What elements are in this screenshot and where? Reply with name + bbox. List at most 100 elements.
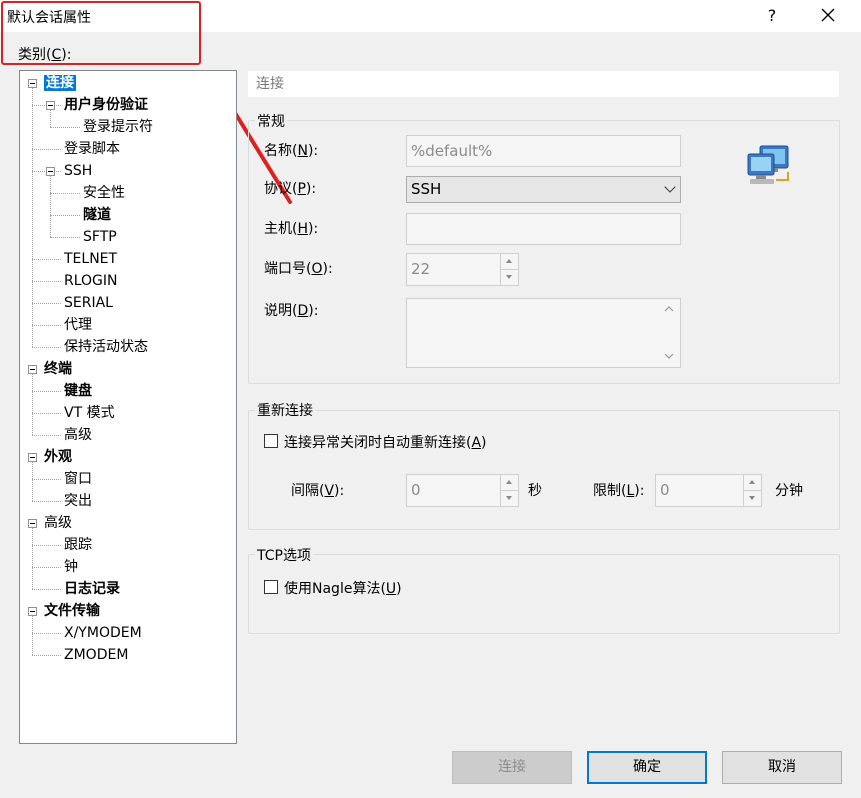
auto-reconnect-checkbox[interactable] bbox=[264, 434, 278, 448]
tree-item[interactable]: 窗口 bbox=[64, 469, 92, 489]
tree-item-label: 外观 bbox=[44, 449, 72, 465]
tree-connector bbox=[50, 193, 80, 194]
name-label: 名称(N): bbox=[264, 143, 319, 159]
tree-connector bbox=[32, 259, 61, 260]
interval-spinner[interactable] bbox=[500, 475, 518, 506]
tree-connector bbox=[50, 127, 80, 128]
ok-button[interactable]: 确定 bbox=[587, 751, 707, 784]
collapse-toggle-icon[interactable] bbox=[46, 167, 55, 176]
host-field[interactable] bbox=[406, 213, 681, 245]
tree-connector bbox=[50, 176, 51, 237]
tree-item[interactable]: 代理 bbox=[64, 315, 92, 335]
reconnect-group-title: 重新连接 bbox=[255, 400, 315, 420]
tree-connector bbox=[32, 347, 61, 348]
tree-item-label: SERIAL bbox=[64, 295, 113, 311]
tree-item[interactable]: 突出 bbox=[64, 491, 92, 511]
tree-item-label: 日志记录 bbox=[64, 581, 120, 597]
auto-reconnect-label[interactable]: 连接异常关闭时自动重新连接(A) bbox=[284, 432, 487, 452]
tree-connector bbox=[32, 149, 61, 150]
tree-connector bbox=[32, 479, 61, 480]
tree-item[interactable]: TELNET bbox=[64, 249, 117, 269]
tree-connector bbox=[32, 528, 33, 589]
tree-connector bbox=[50, 110, 51, 127]
tree-item[interactable]: 隧道 bbox=[83, 205, 111, 225]
help-button[interactable]: ? bbox=[760, 3, 784, 29]
tree-item[interactable]: X/YMODEM bbox=[64, 623, 142, 643]
network-computers-icon bbox=[747, 145, 789, 184]
tree-item[interactable]: 终端 bbox=[44, 359, 72, 379]
collapse-toggle-icon[interactable] bbox=[28, 453, 37, 462]
tree-item[interactable]: 钟 bbox=[64, 557, 78, 577]
tree-item-label: TELNET bbox=[64, 251, 118, 267]
interval-label: 间隔(V): bbox=[291, 483, 345, 499]
port-spinner[interactable] bbox=[500, 254, 518, 285]
title-bar: 默认会话属性 ? bbox=[0, 0, 861, 32]
tree-item[interactable]: SERIAL bbox=[64, 293, 113, 313]
tree-item[interactable]: 用户身份验证 bbox=[64, 95, 148, 115]
name-field[interactable]: %default% bbox=[406, 135, 681, 167]
tree-item-label: 高级 bbox=[44, 515, 72, 531]
tree-item[interactable]: SSH bbox=[64, 161, 92, 181]
tree-item[interactable]: 高级 bbox=[64, 425, 92, 445]
collapse-toggle-icon[interactable] bbox=[28, 79, 37, 88]
tree-item[interactable]: 保持活动状态 bbox=[64, 337, 148, 357]
tree-item-label: 钟 bbox=[64, 559, 78, 575]
close-icon[interactable] bbox=[812, 3, 844, 29]
tree-item[interactable]: 高级 bbox=[44, 513, 72, 533]
tree-connector bbox=[32, 655, 61, 656]
spin-up-icon[interactable] bbox=[501, 475, 518, 491]
tree-connector bbox=[32, 435, 61, 436]
tree-item[interactable]: RLOGIN bbox=[64, 271, 118, 291]
spin-up-icon[interactable] bbox=[744, 475, 761, 491]
nagle-checkbox[interactable] bbox=[264, 580, 278, 594]
tree-connector bbox=[32, 545, 61, 546]
tree-item[interactable]: 登录脚本 bbox=[64, 139, 120, 159]
protocol-select[interactable]: SSH bbox=[406, 176, 681, 203]
tree-item[interactable]: 登录提示符 bbox=[83, 117, 153, 137]
cancel-button[interactable]: 取消 bbox=[722, 751, 842, 784]
general-group-title: 常规 bbox=[255, 111, 287, 131]
category-tree[interactable]: 连接用户身份验证登录提示符登录脚本 SSH 安全性 隧道 SFTP TELNET RLOGI… bbox=[19, 70, 237, 744]
tree-item[interactable]: SFTP bbox=[83, 227, 117, 247]
tree-connector bbox=[32, 616, 33, 655]
spin-down-icon[interactable] bbox=[501, 491, 518, 507]
description-field[interactable] bbox=[406, 298, 681, 368]
tree-connector bbox=[32, 325, 61, 326]
tree-connector bbox=[50, 215, 80, 216]
tree-item-label: VT 模式 bbox=[64, 405, 115, 421]
tree-connector bbox=[32, 374, 33, 435]
tree-item-label: ZMODEM bbox=[64, 647, 129, 663]
limit-spinner[interactable] bbox=[743, 475, 761, 506]
tree-item[interactable]: 外观 bbox=[44, 447, 72, 467]
tree-item[interactable]: 日志记录 bbox=[64, 579, 120, 599]
collapse-toggle-icon[interactable] bbox=[28, 365, 37, 374]
tree-item[interactable]: 跟踪 bbox=[64, 535, 92, 555]
tree-item-label: 键盘 bbox=[64, 383, 92, 399]
spin-up-icon[interactable] bbox=[501, 254, 518, 270]
tree-item[interactable]: 安全性 bbox=[83, 183, 125, 203]
tree-connector bbox=[32, 303, 61, 304]
collapse-toggle-icon[interactable] bbox=[28, 519, 37, 528]
collapse-toggle-icon[interactable] bbox=[46, 101, 55, 110]
collapse-toggle-icon[interactable] bbox=[28, 607, 37, 616]
tree-connector bbox=[32, 88, 33, 347]
tree-item[interactable]: 键盘 bbox=[64, 381, 92, 401]
tree-item[interactable]: VT 模式 bbox=[64, 403, 115, 423]
tree-item[interactable]: ZMODEM bbox=[64, 645, 128, 665]
tree-connector bbox=[32, 589, 61, 590]
tree-item-label: 高级 bbox=[64, 427, 92, 443]
tcp-options-group-title: TCP选项 bbox=[255, 545, 313, 565]
tree-item-label: 登录提示符 bbox=[83, 119, 153, 135]
tree-item[interactable]: 连接 bbox=[44, 73, 76, 93]
spin-down-icon[interactable] bbox=[501, 270, 518, 286]
description-scrollbar[interactable] bbox=[662, 302, 676, 364]
connect-button[interactable]: 连接 bbox=[452, 751, 572, 784]
panel-header: 连接 bbox=[248, 71, 839, 97]
spin-down-icon[interactable] bbox=[744, 491, 761, 507]
tree-item[interactable]: 文件传输 bbox=[44, 601, 100, 621]
tree-item-label: X/YMODEM bbox=[64, 625, 142, 641]
nagle-label[interactable]: 使用Nagle算法(U) bbox=[284, 578, 402, 598]
tree-connector bbox=[32, 391, 61, 392]
tree-item-label: 文件传输 bbox=[44, 603, 100, 619]
tree-item-label: 连接 bbox=[44, 75, 76, 91]
